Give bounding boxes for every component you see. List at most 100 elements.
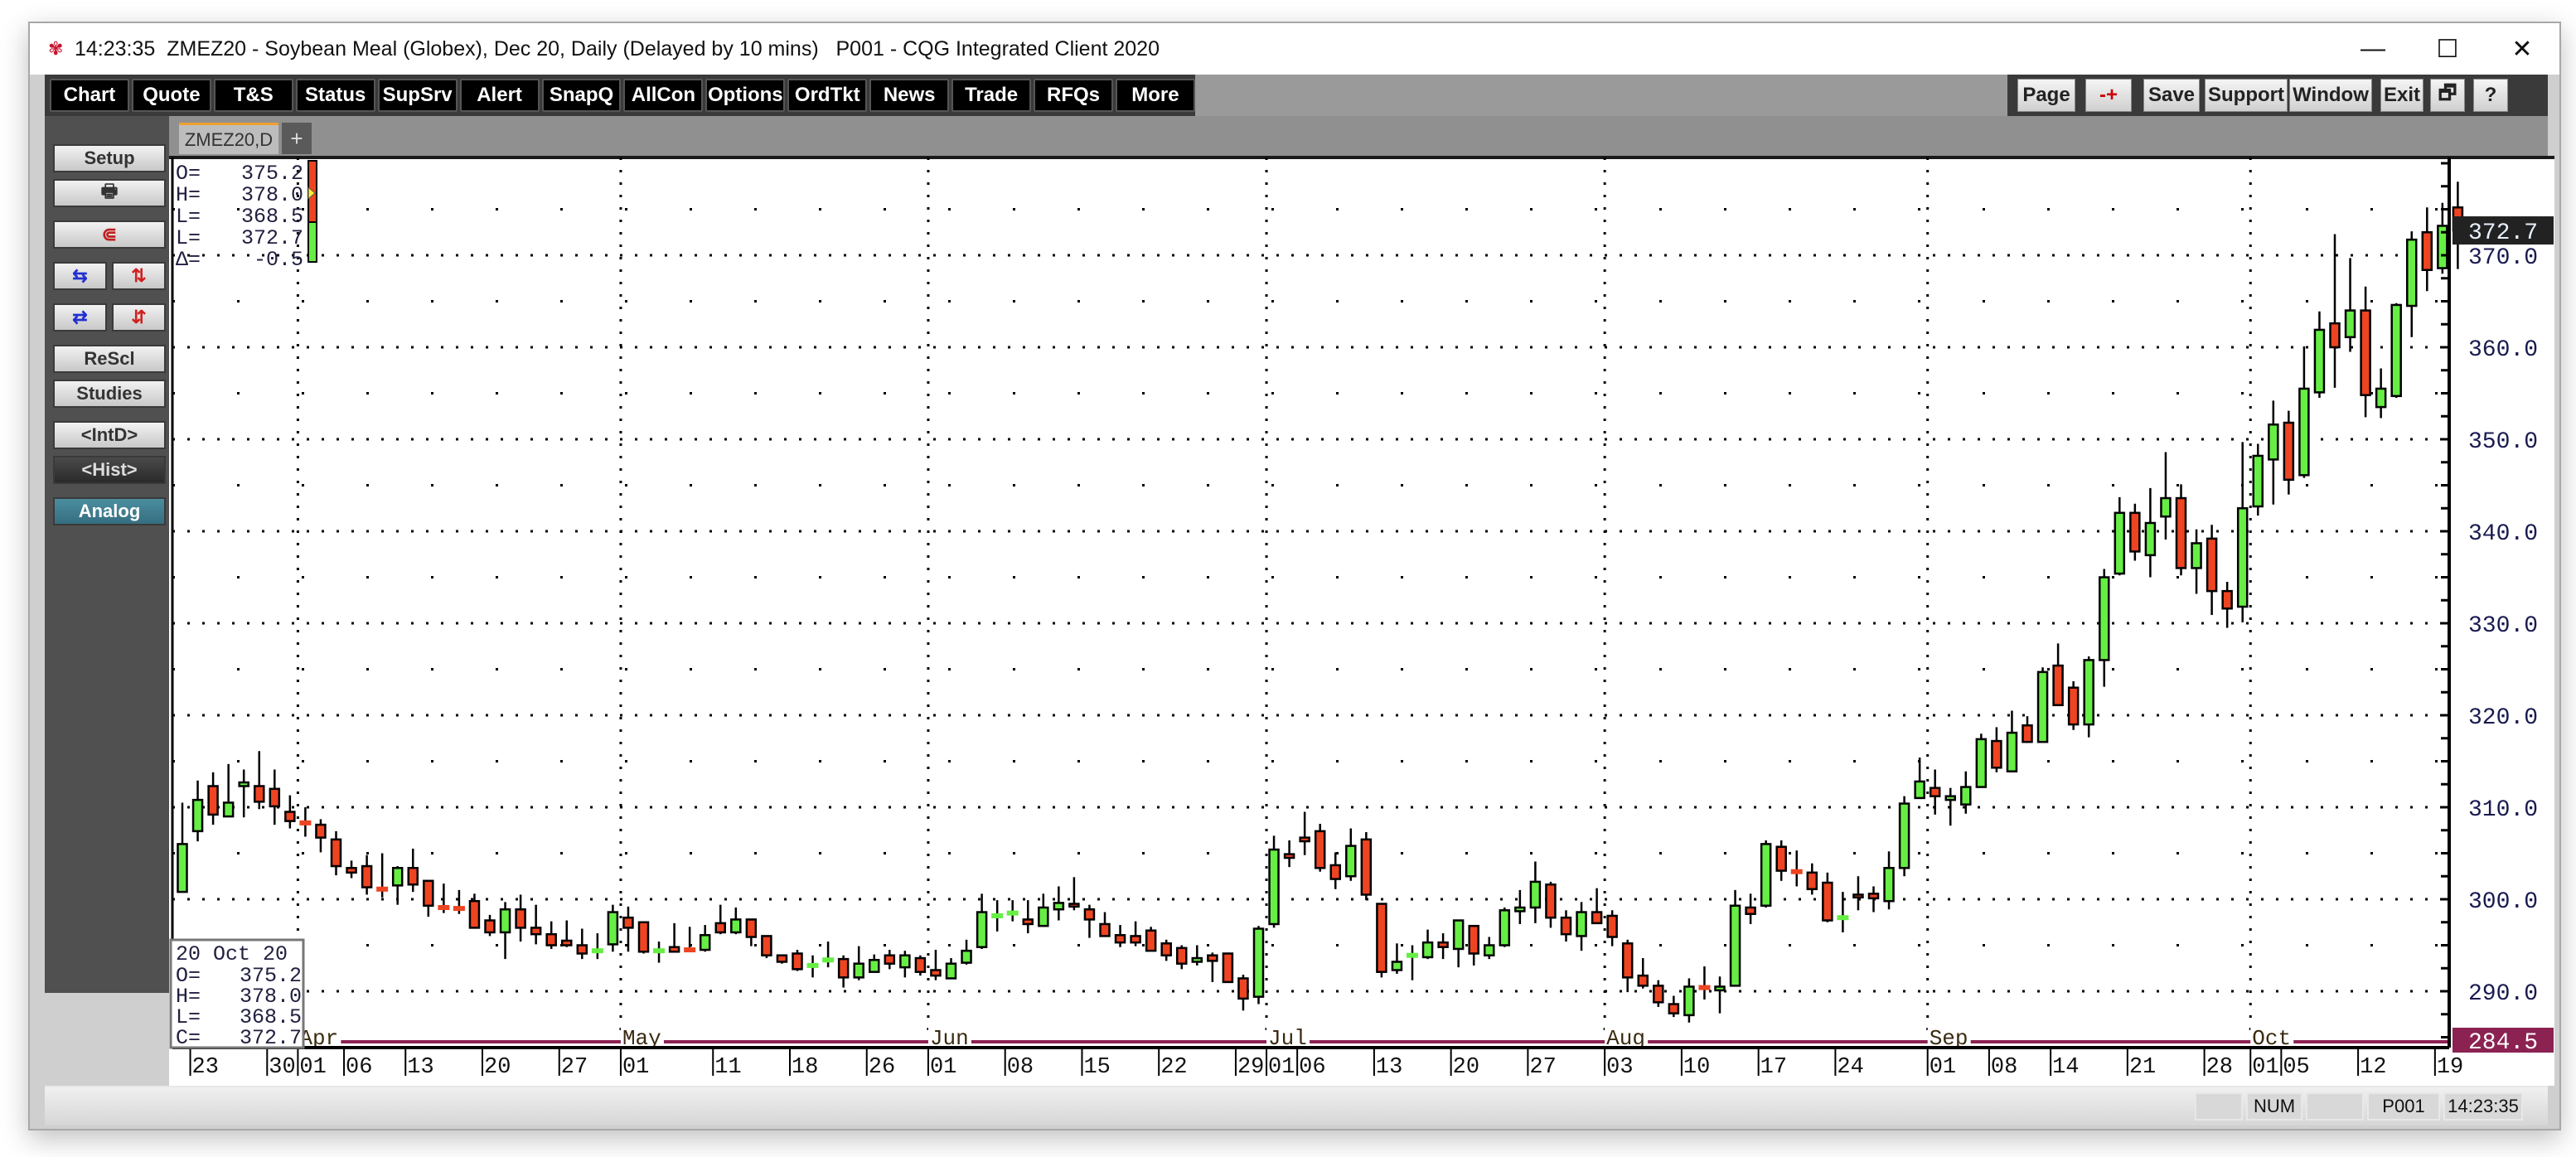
candle-body-down: [714, 922, 726, 934]
candle: [1883, 851, 1895, 910]
price-tick-label: 300.0: [2468, 889, 2538, 915]
candle-body-down: [884, 954, 896, 965]
candle: [407, 848, 419, 893]
candle-doji: [591, 948, 603, 954]
candle-body-up: [499, 908, 511, 934]
candle-body-up: [1898, 802, 1910, 869]
candle-body-up: [2160, 496, 2172, 518]
date-tick-label: 05: [2283, 1055, 2309, 1080]
candle: [2099, 569, 2110, 687]
candle: [761, 935, 772, 959]
candle: [1222, 952, 1234, 984]
candle: [961, 939, 972, 965]
candle-body-down: [1621, 942, 1634, 979]
quote-label: Δ=: [176, 248, 201, 272]
candle-body-down: [668, 946, 680, 953]
candle: [2175, 484, 2187, 576]
cursor-box: 20 Oct 20O= 375.2H= 378.0L= 368.5C= 372.7: [169, 938, 305, 1050]
candle-doji: [653, 948, 666, 954]
candle-body-down: [1176, 946, 1188, 965]
candle: [1252, 926, 1265, 1005]
candle-body-up: [2344, 309, 2356, 339]
candle-body-down: [530, 927, 542, 936]
date-tick-label: 01: [622, 1055, 649, 1080]
candle: [914, 955, 927, 976]
candle-body-down: [1822, 881, 1833, 922]
candle: [1329, 852, 1341, 889]
candle-body-down: [1653, 985, 1664, 1004]
candle-body-down: [1222, 952, 1234, 984]
candle-body-up: [1499, 909, 1511, 946]
date-tick-label: 11: [714, 1055, 741, 1080]
candle: [1437, 933, 1449, 960]
date-tick-label: 03: [1606, 1055, 1633, 1080]
candlestick-chart[interactable]: 290.0 300.0 310.0 320.0 330.0 340.0 350.0 360.0…: [0, 0, 2576, 1157]
candle: [976, 893, 988, 949]
candle: [207, 772, 219, 825]
date-tick-label: 20: [484, 1055, 511, 1080]
candle-body-down: [1145, 929, 1157, 952]
candle: [1114, 925, 1126, 947]
candle: [2191, 529, 2202, 594]
candle-body-down: [1468, 924, 1479, 955]
candle-body-up: [2236, 507, 2249, 608]
date-tick-label: 08: [1991, 1055, 2017, 1080]
candle-body-down: [561, 939, 573, 946]
candle-body-down: [2052, 664, 2064, 707]
candle: [945, 958, 957, 980]
candle-body-down: [284, 811, 296, 822]
candle-body-down: [1083, 908, 1096, 921]
candle-body-up: [1960, 786, 1972, 806]
candle: [284, 795, 296, 829]
date-tick-label: 01: [1268, 1055, 1295, 1080]
candle: [730, 907, 742, 935]
candle-body-down: [792, 952, 803, 971]
candle-body-down: [2221, 589, 2233, 610]
candle: [1637, 958, 1649, 989]
candle-body-up: [1452, 919, 1465, 951]
candle: [1545, 881, 1557, 928]
candle-body-up: [945, 962, 957, 980]
candle: [315, 819, 327, 853]
candle-body-down: [1668, 1003, 1680, 1014]
candle-body-up: [391, 867, 404, 887]
candle-body-down: [1852, 893, 1864, 899]
candle: [1852, 876, 1864, 911]
date-tick-label: 01: [2252, 1055, 2278, 1080]
candle: [1314, 823, 1326, 872]
candle-body-up: [1975, 738, 1988, 788]
candle: [269, 769, 281, 825]
candle-body-down: [407, 867, 419, 886]
date-tick-label: 06: [1299, 1055, 1325, 1080]
date-tick-label: 01: [1930, 1055, 1956, 1080]
quote-label: L=: [176, 205, 201, 229]
candle: [1053, 886, 1065, 921]
candle: [1376, 903, 1387, 978]
candle: [1006, 900, 1019, 922]
date-tick-label: 06: [346, 1055, 372, 1080]
candle-doji: [1790, 869, 1803, 874]
candle-body-down: [2421, 231, 2433, 272]
candle-body-down: [745, 918, 758, 938]
candle: [2067, 680, 2080, 730]
quote-label: O=: [176, 162, 201, 186]
candle-body-down: [1360, 838, 1373, 896]
candle-body-up: [2313, 328, 2326, 394]
candle-body-down: [2022, 724, 2033, 743]
date-tick-label: 20: [1453, 1055, 1479, 1080]
price-tick-label: 340.0: [2468, 521, 2538, 547]
candle: [499, 902, 511, 960]
cursor-value: 372.7: [240, 1026, 302, 1050]
candle: [238, 769, 249, 818]
candle-body-down: [637, 921, 650, 953]
candle: [1468, 924, 1479, 966]
candle-body-down: [2067, 686, 2080, 726]
candle: [1683, 978, 1695, 1023]
candle-body-down: [776, 954, 788, 963]
candle-body-down: [2129, 511, 2141, 553]
candle-body-up: [1944, 795, 1956, 801]
candle: [1407, 945, 1418, 980]
candle: [2236, 442, 2249, 622]
price-tick-label: 290.0: [2468, 981, 2538, 1007]
candle-body-down: [2329, 322, 2341, 349]
